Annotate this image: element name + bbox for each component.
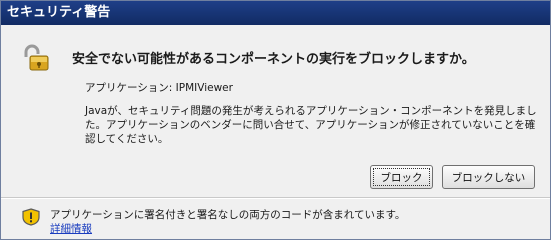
window-title: セキュリティ警告 [7, 5, 111, 20]
title-bar[interactable]: セキュリティ警告 [1, 1, 550, 25]
footer-message: アプリケーションに署名付きと署名なしの両方のコードが含まれています。 [50, 209, 406, 221]
dialog-footer: アプリケーションに署名付きと署名なしの両方のコードが含まれています。 詳細情報 [1, 199, 550, 239]
dialog-headline: 安全でない可能性があるコンポーネントの実行をブロックしますか。 [72, 52, 475, 67]
warning-description: Javaが、セキュリティ問題の発生が考えられるアプリケーション・コンポーネントを… [85, 105, 537, 145]
security-warning-dialog: セキュリティ警告 安全でない可能性があるコンポーネントの実行をブロックしますか。… [0, 0, 551, 240]
lock-icon [24, 44, 49, 71]
block-button[interactable]: ブロック [370, 165, 433, 189]
warning-shield-icon [22, 208, 40, 226]
dont-block-button[interactable]: ブロックしない [442, 165, 535, 189]
application-name-line: アプリケーション: IPMIViewer [85, 82, 233, 94]
more-info-link[interactable]: 詳細情報 [50, 221, 92, 236]
